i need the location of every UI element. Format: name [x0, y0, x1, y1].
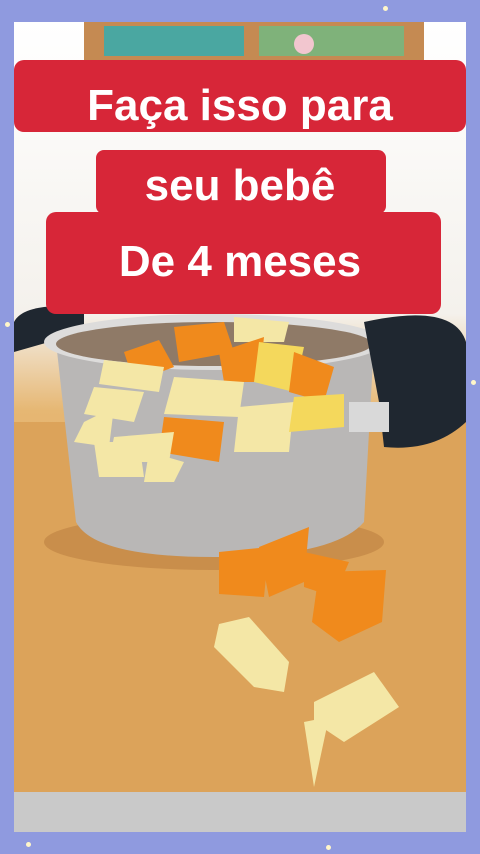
caption-line1: Faça isso para: [87, 81, 393, 130]
star-decoration: [26, 842, 31, 847]
star-decoration: [471, 380, 476, 385]
caption-overlay: Faça isso para seu bebê De 4 meses: [0, 0, 480, 330]
caption-line3: De 4 meses: [118, 237, 362, 286]
star-decoration: [326, 845, 331, 850]
countertop: [14, 792, 466, 832]
caption-line2: seu bebê: [144, 161, 336, 210]
